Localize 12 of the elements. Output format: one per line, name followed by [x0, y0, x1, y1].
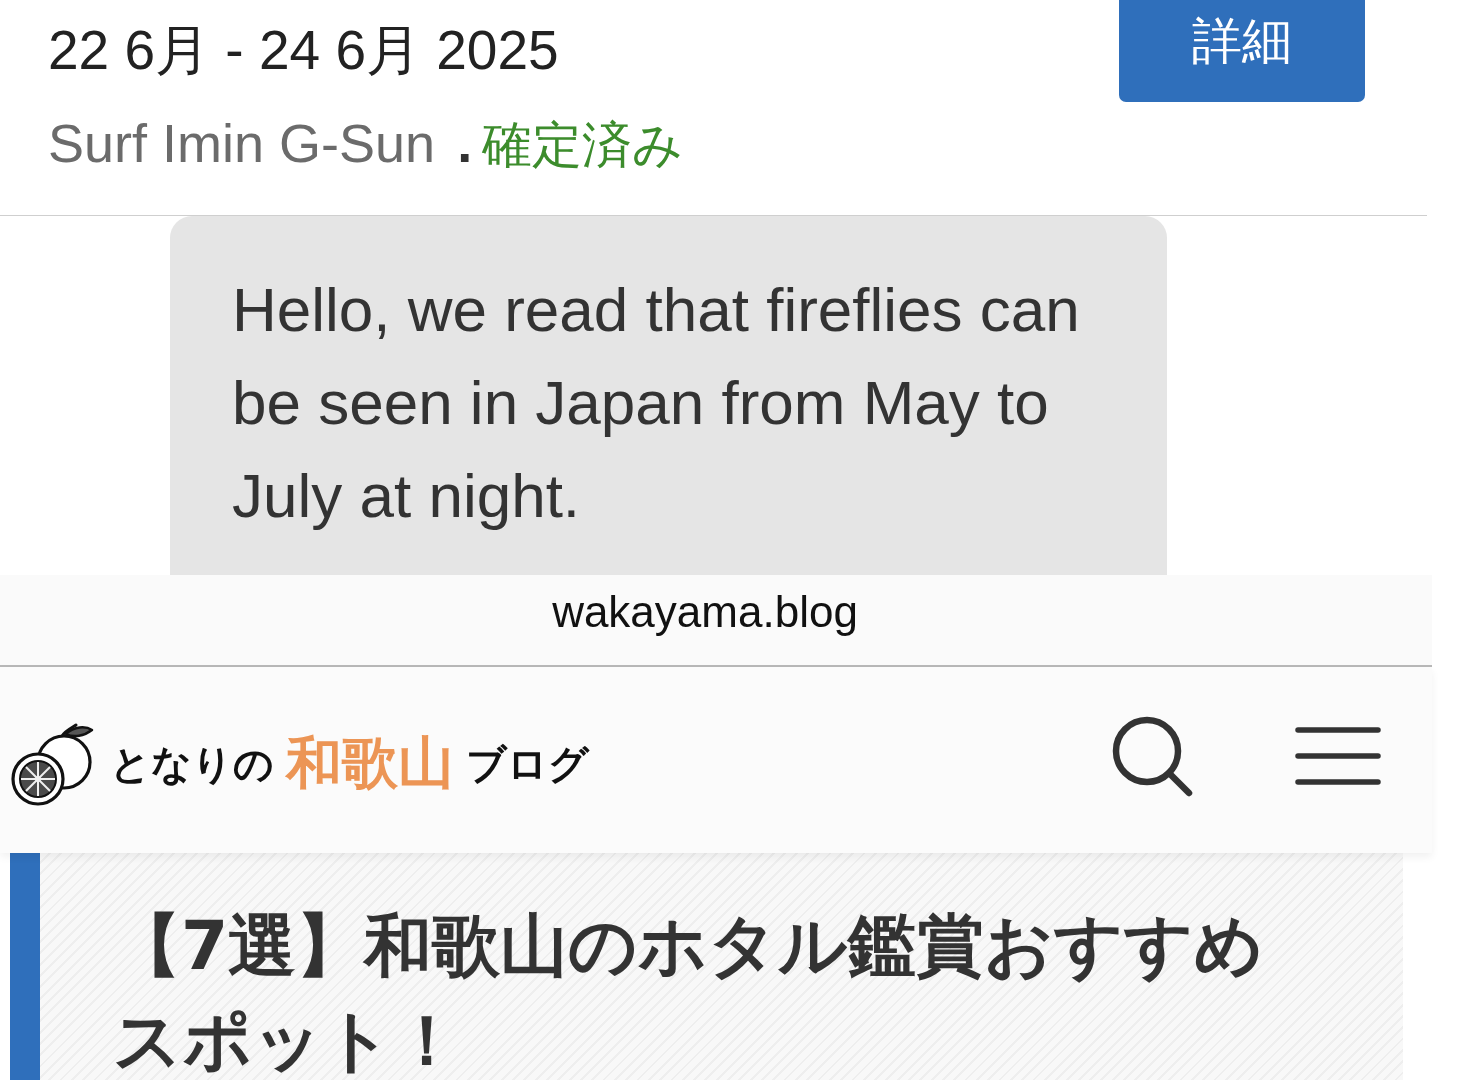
menu-icon[interactable] [1295, 727, 1381, 785]
details-button[interactable]: 詳細 [1119, 0, 1365, 102]
message-text: Hello, we read that fireflies can be seen in Japan from May to July at night. [232, 274, 1081, 532]
article-title: 【7選】和歌山のホタル鑑賞おすすめスポット！ [113, 905, 1266, 1080]
citrus-icon [10, 722, 94, 806]
separator-dot: . [457, 112, 473, 175]
search-icon[interactable] [1111, 715, 1193, 797]
site-logo[interactable]: となりの 和歌山 ブログ [10, 722, 589, 806]
host-name: Surf Imin G-Sun [48, 112, 436, 175]
address-url[interactable]: wakayama.blog [552, 587, 858, 637]
date-range: 22 6月 - 24 6月 2025 [48, 18, 560, 83]
booking-status: 確定済み [482, 116, 684, 175]
